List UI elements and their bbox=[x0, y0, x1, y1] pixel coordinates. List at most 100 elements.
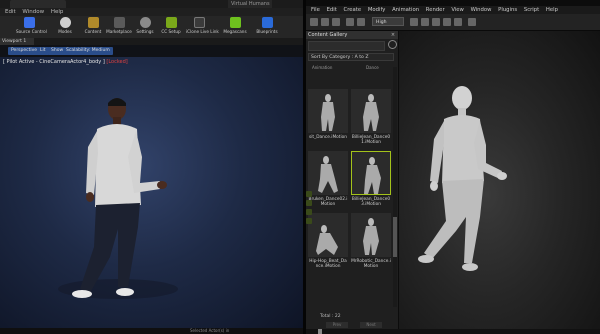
item-caption: Hip-Hop_Beat_Dance.iMotion bbox=[309, 259, 347, 269]
level-viewport[interactable] bbox=[0, 57, 303, 328]
motion-thumbnail bbox=[308, 213, 348, 257]
gallery-nav: Prev Next bbox=[326, 322, 386, 328]
menu-modify[interactable]: Modify bbox=[368, 7, 386, 13]
side-toolbar bbox=[306, 191, 314, 241]
marketplace-button[interactable]: Marketplace bbox=[106, 17, 132, 37]
item-caption: BillieJean_Dance01.iMotion bbox=[351, 135, 391, 145]
settings-button[interactable]: Settings bbox=[132, 17, 158, 37]
motion-thumbnail bbox=[308, 151, 348, 195]
pilot-status-label: [ Pilot Active - CineCameraActor4_body ]… bbox=[3, 59, 128, 65]
item-caption: MrRobotic_Dance.iMotion bbox=[351, 259, 391, 269]
side-tool-icon[interactable] bbox=[306, 200, 312, 206]
modes-icon bbox=[59, 17, 71, 28]
side-tool-icon[interactable] bbox=[306, 218, 312, 224]
neutral-character-render bbox=[418, 86, 507, 271]
render-quality-select[interactable]: High bbox=[372, 17, 404, 26]
cc-setup-icon bbox=[165, 17, 177, 28]
column-dance[interactable]: Dance bbox=[366, 65, 379, 70]
menu-edit[interactable]: Edit bbox=[5, 9, 16, 15]
prev-button[interactable]: Prev bbox=[326, 322, 348, 328]
selection-status: Selected Actor(s) in bbox=[190, 328, 230, 333]
menu-animation[interactable]: Animation bbox=[392, 7, 419, 13]
menu-render[interactable]: Render bbox=[426, 7, 445, 13]
source-control-icon bbox=[23, 17, 35, 28]
pilot-text: [ Pilot Active - CineCameraActor4_body ] bbox=[3, 59, 105, 65]
next-button[interactable]: Next bbox=[360, 322, 382, 328]
main-toolbar bbox=[306, 14, 600, 31]
gallery-title: Content Gallery bbox=[306, 31, 398, 39]
marketplace-icon bbox=[113, 17, 125, 28]
blueprints-icon bbox=[261, 17, 273, 28]
title-bar: Virtual Humans bbox=[0, 0, 303, 8]
timeline-playhead[interactable] bbox=[318, 329, 322, 334]
motion-thumbnail bbox=[351, 213, 391, 257]
new-icon[interactable] bbox=[310, 18, 318, 26]
character-render bbox=[58, 98, 178, 299]
gallery-item[interactable]: Bruken_Dance02.iMotion bbox=[308, 151, 348, 211]
menu-bar: File Edit Create Modify Animation Render… bbox=[306, 6, 600, 14]
lit-button[interactable]: Lit bbox=[37, 47, 49, 55]
gear-icon[interactable] bbox=[388, 40, 397, 49]
viewport-tabstrip: Viewport 1 bbox=[0, 38, 303, 45]
gallery-scrollbar[interactable] bbox=[393, 67, 397, 307]
close-icon[interactable]: × bbox=[390, 32, 396, 38]
scalability-button[interactable]: Scalability: Medium bbox=[63, 47, 113, 55]
menu-bar: Edit Window Help bbox=[0, 8, 303, 16]
gallery-item-selected[interactable]: BillieJean_Dance03.iMotion bbox=[351, 151, 391, 211]
camera-icon[interactable] bbox=[410, 18, 418, 26]
preview-icon[interactable] bbox=[468, 18, 476, 26]
menu-script[interactable]: Script bbox=[524, 7, 539, 13]
project-tab[interactable]: Virtual Humans bbox=[228, 0, 272, 8]
gallery-search-input[interactable] bbox=[308, 41, 385, 51]
save-icon[interactable] bbox=[332, 18, 340, 26]
side-tool-icon[interactable] bbox=[306, 209, 312, 215]
content-button[interactable]: Content bbox=[80, 17, 106, 37]
megascans-button[interactable]: Megascans bbox=[222, 17, 248, 37]
light-icon[interactable] bbox=[421, 18, 429, 26]
motion-thumbnail bbox=[308, 89, 348, 133]
open-icon[interactable] bbox=[321, 18, 329, 26]
redo-icon[interactable] bbox=[357, 18, 365, 26]
gallery-item[interactable]: BillieJean_Dance01.iMotion bbox=[351, 89, 391, 149]
motion-thumbnail bbox=[351, 151, 391, 195]
move-icon[interactable] bbox=[432, 18, 440, 26]
gallery-item[interactable]: sit_Dance.iMotion bbox=[308, 89, 348, 149]
source-control-button[interactable]: Source Control bbox=[16, 17, 47, 37]
menu-create[interactable]: Create bbox=[344, 7, 362, 13]
item-caption: BillieJean_Dance03.iMotion bbox=[351, 197, 391, 207]
scrollbar-thumb[interactable] bbox=[393, 217, 397, 257]
column-animation[interactable]: Animation bbox=[312, 65, 332, 70]
rotate-icon[interactable] bbox=[443, 18, 451, 26]
menu-window[interactable]: Window bbox=[22, 9, 44, 15]
locked-label: [Locked] bbox=[106, 59, 128, 65]
iclone-window: File Edit Create Modify Animation Render… bbox=[306, 0, 600, 334]
menu-window[interactable]: Window bbox=[471, 7, 492, 13]
undo-icon[interactable] bbox=[346, 18, 354, 26]
menu-plugins[interactable]: Plugins bbox=[498, 7, 517, 13]
megascans-icon bbox=[229, 17, 241, 28]
menu-help[interactable]: Help bbox=[546, 7, 558, 13]
live-link-icon bbox=[193, 17, 205, 28]
app-tab[interactable] bbox=[10, 0, 66, 8]
menu-edit[interactable]: Edit bbox=[327, 7, 337, 13]
timeline-bar[interactable] bbox=[306, 329, 600, 334]
sort-dropdown[interactable]: Sort By Category : A to Z bbox=[308, 53, 394, 61]
side-tool-icon[interactable] bbox=[306, 191, 312, 197]
status-bar: Selected Actor(s) in bbox=[0, 328, 303, 334]
gallery-breadcrumb: Animation Dance bbox=[306, 65, 392, 73]
blueprints-button[interactable]: Blueprints bbox=[254, 17, 280, 37]
3d-viewport[interactable] bbox=[394, 31, 600, 329]
gallery-item[interactable]: Hip-Hop_Beat_Dance.iMotion bbox=[308, 213, 348, 273]
perspective-button[interactable]: Perspective bbox=[8, 47, 41, 55]
modes-button[interactable]: Modes bbox=[52, 17, 78, 37]
live-link-button[interactable]: iClone Live Link bbox=[186, 17, 219, 37]
gallery-item[interactable]: MrRobotic_Dance.iMotion bbox=[351, 213, 391, 273]
scale-icon[interactable] bbox=[454, 18, 462, 26]
item-caption: Bruken_Dance02.iMotion bbox=[308, 197, 348, 207]
main-toolbar: Source Control Modes Content Marketplace… bbox=[0, 16, 303, 39]
cc-setup-button[interactable]: CC Setup bbox=[158, 17, 184, 37]
viewport-tab[interactable]: Viewport 1 bbox=[0, 38, 34, 45]
menu-help[interactable]: Help bbox=[51, 9, 64, 15]
menu-view[interactable]: View bbox=[451, 7, 464, 13]
menu-file[interactable]: File bbox=[311, 7, 320, 13]
